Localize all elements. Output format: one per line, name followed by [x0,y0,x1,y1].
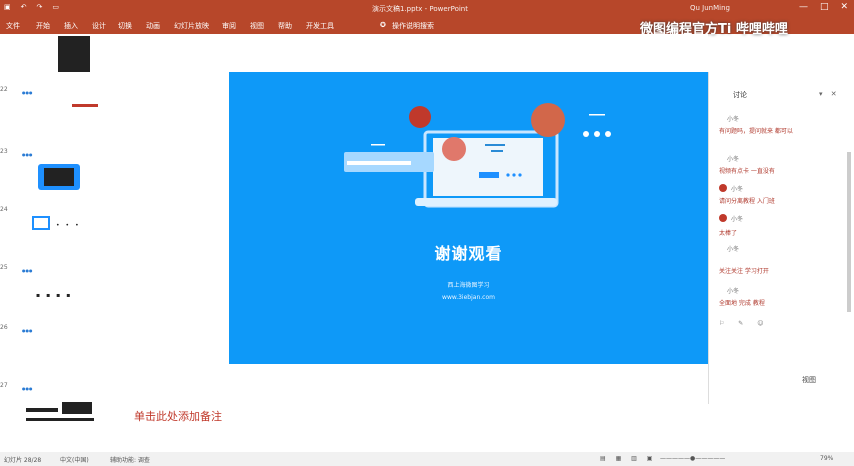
comment-text: 全面地 完成 教程 [719,300,765,307]
zoom-level[interactable]: 79% [820,455,833,462]
slide-illustration [344,103,611,208]
thumbnail-frame[interactable] [32,216,50,230]
thumbnail-dots: ▪▪▪▪ [36,292,77,299]
lightbulb-icon: ✪ [380,21,386,29]
quick-access-toolbar: ▣ ↶ ↷ ▭ [4,3,59,11]
language-status[interactable]: 中文(中国) [60,455,89,464]
status-bar: 幻灯片 28/28 中文(中国) 辅助功能: 调查 ▤ ▦ ▥ ▣ —————●… [0,452,854,466]
thumbnail-number: 27 [0,382,8,389]
accessibility-status[interactable]: 辅助功能: 调查 [110,455,150,464]
comment-text: 有问题吗，提问就来 都可以 [719,128,793,135]
thumbnail-number: 23 [0,148,8,155]
thumbnail-shape [72,104,98,107]
comment-author: 小冬 [727,288,740,295]
comment-text: 太棒了 [719,230,738,237]
redo-icon[interactable]: ↷ [37,3,43,11]
save-icon[interactable]: ▣ [4,3,11,11]
thumbnail-number: 26 [0,324,8,331]
tab-insert[interactable]: 插入 [64,21,78,31]
tab-design[interactable]: 设计 [92,21,106,31]
slide-counter: 幻灯片 28/28 [4,457,42,464]
slide-title[interactable]: 谢谢观看 [229,240,708,264]
view-label[interactable]: 视图 [802,375,816,385]
slide-thumbnail-pane[interactable]: 22 ●●● 23 ●●● 24 ••• 25 ●●● ▪▪▪▪ 26 ●●● … [0,34,120,452]
tab-help[interactable]: 帮助 [278,21,292,31]
tab-developer[interactable]: 开发工具 [306,21,334,31]
window-controls: — □ ✕ [799,2,848,12]
maximize-button[interactable]: □ [820,2,829,12]
thumbnail-logo: ●●● [22,268,33,273]
comment-author: 小冬 [731,216,744,223]
comments-scrollbar[interactable] [847,152,851,312]
thumbnail-logo: ●●● [22,386,33,391]
comment-author: 小冬 [731,186,744,193]
comment-actions[interactable]: ⚐ ✎ ☺ [719,320,769,327]
thumbnail-image[interactable] [58,36,90,72]
thumbnail-dots: ••• [56,222,85,229]
tab-slideshow[interactable]: 幻灯片放映 [174,21,209,31]
tell-me-search[interactable]: 操作说明搜索 [392,21,434,31]
window-title: 演示文稿1.pptx - PowerPoint [372,5,468,13]
tab-view[interactable]: 视图 [250,21,264,31]
tab-review[interactable]: 审阅 [222,21,236,31]
tab-transitions[interactable]: 切换 [118,21,132,31]
thumbnail-number: 22 [0,86,8,93]
comment-text: 请问分离教程 入门班 [719,198,775,205]
comments-header: 讨论 [733,91,747,99]
close-button[interactable]: ✕ [840,2,848,12]
slide-url[interactable]: www.3iebjan.com [229,294,708,301]
user-name[interactable]: Qu JunMing [690,4,730,12]
tab-animations[interactable]: 动画 [146,21,160,31]
thumbnail-number: 25 [0,264,8,271]
avatar [719,184,727,192]
pane-controls[interactable]: ▾ ✕ [819,90,840,98]
comment-author: 小冬 [727,246,740,253]
comments-pane[interactable]: 讨论 ▾ ✕ 小冬 有问题吗，提问就来 都可以 小冬 视频有点卡 一直没有 小冬… [708,72,854,404]
title-bar: ▣ ↶ ↷ ▭ 演示文稿1.pptx - PowerPoint Qu JunMi… [0,0,854,18]
comment-text: 视频有点卡 一直没有 [719,168,775,175]
zoom-slider[interactable]: —————●————— [660,455,725,462]
thumbnail-logo: ●●● [22,152,33,157]
thumbnail-shape [26,418,94,421]
view-buttons[interactable]: ▤ ▦ ▥ ▣ [600,455,656,462]
thumbnail-device-image[interactable] [38,164,80,190]
comment-author: 小冬 [727,116,740,123]
thumbnail-shape [26,408,58,412]
thumbnail-image[interactable] [62,402,92,414]
thumbnail-logo: ●●● [22,90,33,95]
tab-home[interactable]: 开始 [36,21,50,31]
avatar [719,214,727,222]
slide-subtitle[interactable]: 西上海微图学习 [229,280,708,289]
comment-text: 关注关注 学习打开 [719,268,769,275]
tab-file[interactable]: 文件 [6,21,20,31]
comment-author: 小冬 [727,156,740,163]
thumbnail-number: 24 [0,206,8,213]
start-slideshow-icon[interactable]: ▭ [52,3,59,11]
current-slide[interactable]: 谢谢观看 西上海微图学习 www.3iebjan.com [229,72,708,364]
notes-placeholder[interactable]: 单击此处添加备注 [134,408,222,424]
minimize-button[interactable]: — [799,2,808,12]
undo-icon[interactable]: ↶ [21,3,27,11]
thumbnail-logo: ●●● [22,328,33,333]
